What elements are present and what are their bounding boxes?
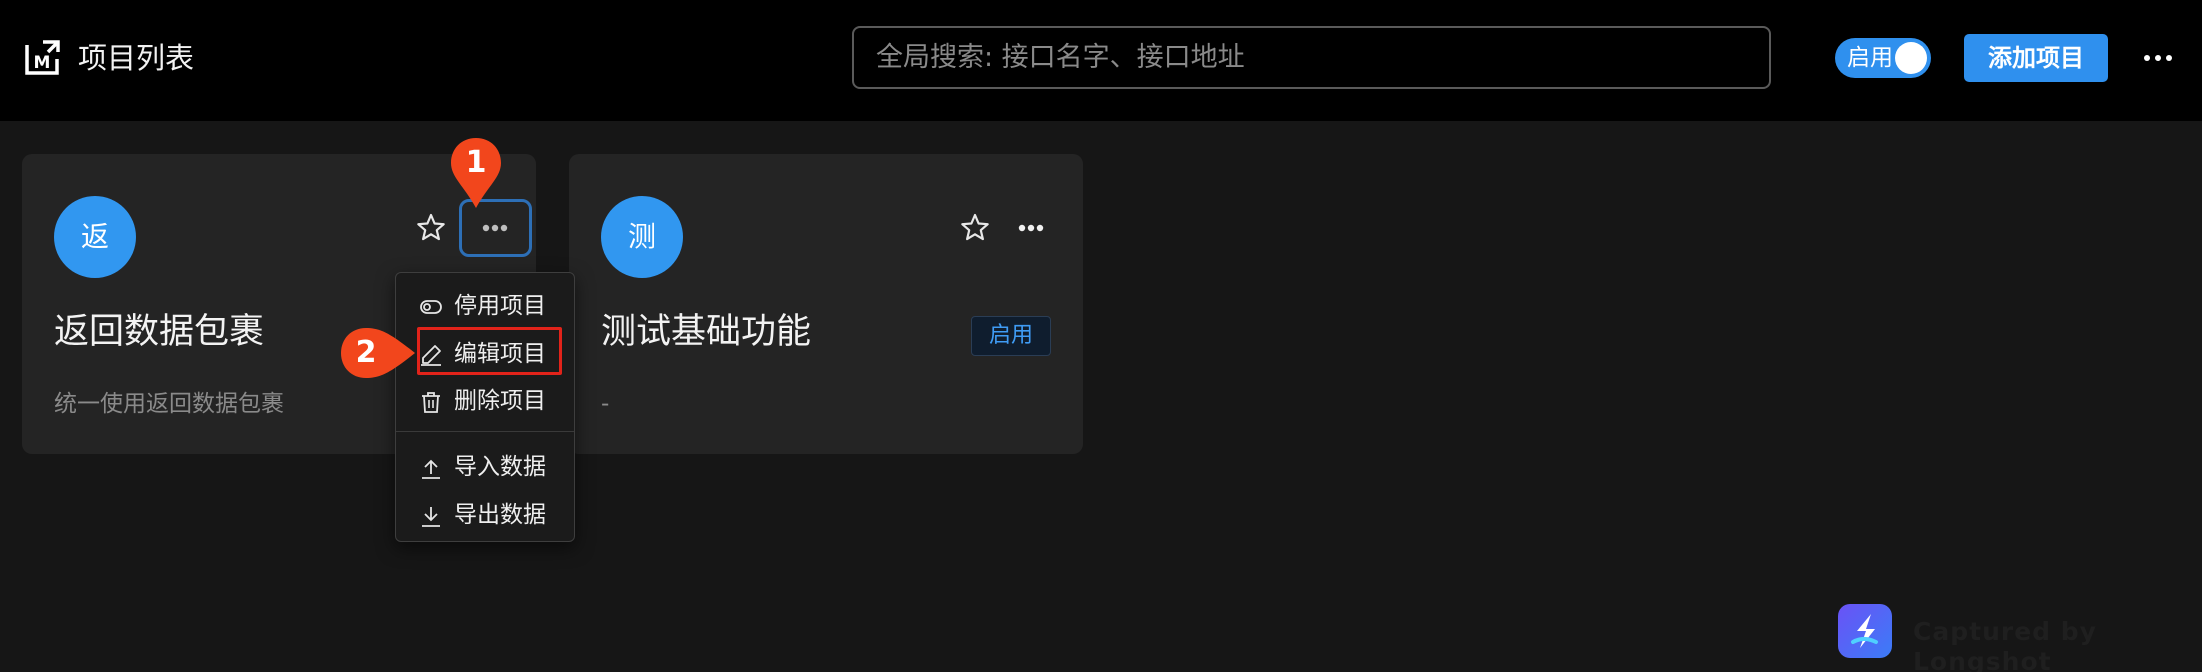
edit-item-highlight — [417, 327, 562, 375]
search-placeholder: 全局搜索: 接口名字、接口地址 — [876, 42, 1245, 73]
menu-item-export-data[interactable]: 导出数据 — [396, 493, 574, 537]
more-horizontal-icon[interactable] — [2142, 45, 2174, 71]
longshot-logo — [1838, 604, 1892, 658]
app-logo-icon[interactable]: M — [21, 37, 63, 79]
longshot-bolt-icon — [1851, 614, 1878, 648]
project-avatar: 返 — [54, 196, 136, 278]
global-search-input[interactable]: 全局搜索: 接口名字、接口地址 — [852, 26, 1771, 89]
trash-icon — [422, 392, 440, 413]
watermark-text: Captured by Longshot — [1913, 617, 2097, 672]
project-description: 统一使用返回数据包裹 — [54, 391, 284, 417]
menu-item-label: 删除项目 — [454, 388, 546, 414]
toggle-knob — [1895, 42, 1927, 74]
menu-item-disable-project[interactable]: 停用项目 — [396, 284, 574, 328]
enable-toggle[interactable]: 启用 — [1835, 38, 1931, 78]
project-title: 返回数据包裹 — [54, 312, 265, 352]
project-description: - — [601, 391, 610, 417]
step-marker-2: 2 — [339, 326, 417, 384]
star-icon[interactable] — [959, 212, 991, 244]
toggle-icon — [420, 300, 442, 314]
top-bar: M 项目列表 全局搜索: 接口名字、接口地址 启用 添加项目 — [0, 0, 2202, 121]
menu-item-label: 导出数据 — [454, 502, 546, 528]
menu-item-import-data[interactable]: 导入数据 — [396, 445, 574, 489]
menu-item-label: 导入数据 — [454, 454, 546, 480]
add-project-button[interactable]: 添加项目 — [1964, 34, 2108, 82]
step-marker-1: 1 — [449, 136, 503, 214]
status-badge: 启用 — [971, 316, 1051, 356]
project-card[interactable]: 测 测试基础功能 启用 - — [569, 154, 1083, 454]
menu-item-delete-project[interactable]: 删除项目 — [396, 379, 574, 423]
step-number: 2 — [355, 335, 377, 370]
project-title: 测试基础功能 — [601, 312, 812, 352]
svg-text:M: M — [34, 53, 51, 73]
project-actions-menu: 停用项目 编辑项目 删除项目 导入数据 导出数据 — [395, 272, 575, 542]
page-title: 项目列表 — [78, 41, 195, 75]
upload-icon — [422, 459, 440, 479]
step-number: 1 — [465, 145, 487, 180]
menu-item-label: 停用项目 — [454, 293, 546, 319]
project-avatar: 测 — [601, 196, 683, 278]
menu-divider — [396, 431, 574, 432]
download-icon — [422, 507, 440, 527]
more-horizontal-icon[interactable] — [471, 212, 519, 244]
toggle-label: 启用 — [1847, 45, 1893, 71]
star-icon[interactable] — [415, 212, 447, 244]
more-horizontal-icon[interactable] — [1007, 212, 1055, 244]
